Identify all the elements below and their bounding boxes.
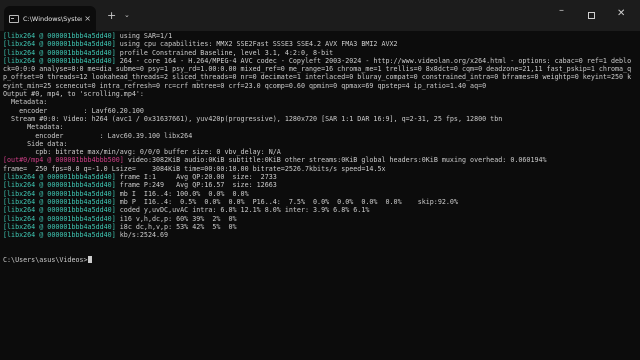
tab-title: C:\Windows\System32\cmd.e xyxy=(23,14,82,23)
terminal-line: [libx264 @ 000001bbb4a5dd40] mb I I16..4… xyxy=(3,190,635,198)
terminal-line: [libx264 @ 000001bbb4a5dd40] using SAR=1… xyxy=(3,32,635,40)
terminal-line: ck=0:0:0 analyse=0:0 me=dia subme=0 psy=… xyxy=(3,65,635,73)
command-prompt[interactable]: C:\Users\asus\Videos> xyxy=(3,256,635,264)
close-window-button[interactable]: ✕ xyxy=(617,9,625,19)
terminal-line: [libx264 @ 000001bbb4a5dd40] 264 - core … xyxy=(3,57,635,65)
log-text: frame P:249 Avg QP:16.57 size: 12663 xyxy=(119,181,277,190)
terminal-line: p_offset=0 threads=12 lookahead_threads=… xyxy=(3,73,635,81)
log-text: ck=0:0:0 analyse=0:0 me=dia subme=0 psy=… xyxy=(3,65,632,74)
maximize-button[interactable] xyxy=(588,12,595,19)
log-text: video:3082KiB audio:0KiB subtitle:0KiB o… xyxy=(127,156,547,165)
log-text: eyint_min=25 scenecut=0 intra_refresh=0 … xyxy=(3,81,487,90)
log-text: encoder : Lavf60.20.100 xyxy=(3,106,144,115)
log-text: mb I I16..4: 100.0% 0.0% 0.0% xyxy=(119,189,249,198)
terminal-line: encoder : Lavc60.39.100 libx264 xyxy=(3,132,635,140)
minimize-button[interactable]: – xyxy=(559,6,564,16)
log-text: mb P I16..4: 0.5% 0.0% 0.0% P16..4: 7.5%… xyxy=(119,197,458,206)
log-text: Metadata: xyxy=(3,98,48,107)
scrollbar[interactable] xyxy=(634,34,638,334)
log-prefix: [libx264 @ 000001bbb4a5dd40] xyxy=(3,206,120,215)
log-text: cpb: bitrate max/min/avg: 0/0/0 buffer s… xyxy=(3,148,281,157)
tab-cmd[interactable]: C:\Windows\System32\cmd.e × xyxy=(4,6,96,31)
log-text: i8c dc,h,v,p: 53% 42% 5% 0% xyxy=(119,222,237,231)
log-text: frame= 250 fps=0.0 q=-1.0 Lsize= 3084KiB… xyxy=(3,164,386,173)
log-prefix: [libx264 @ 000001bbb4a5dd40] xyxy=(3,56,120,65)
log-text: Metadata: xyxy=(3,123,64,132)
log-text: kb/s:2524.69 xyxy=(119,231,169,240)
terminal-line: frame= 250 fps=0.0 q=-1.0 Lsize= 3084KiB… xyxy=(3,165,635,173)
terminal-line: [libx264 @ 000001bbb4a5dd40] using cpu c… xyxy=(3,40,635,48)
log-text: coded y,uvDC,uvAC intra: 6.8% 12.1% 8.0%… xyxy=(119,206,370,215)
new-tab-button[interactable]: + xyxy=(107,10,116,21)
terminal-line: [libx264 @ 000001bbb4a5dd40] mb P I16..4… xyxy=(3,198,635,206)
text-cursor xyxy=(87,256,92,264)
log-prefix: [libx264 @ 000001bbb4a5dd40] xyxy=(3,189,120,198)
log-text: encoder : Lavc60.39.100 libx264 xyxy=(3,131,193,140)
terminal-line: Metadata: xyxy=(3,98,635,106)
log-prefix: [out#0/mp4 @ 000001bbb4bbb500] xyxy=(3,156,128,165)
terminal-line: [libx264 @ 000001bbb4a5dd40] profile Con… xyxy=(3,49,635,57)
log-prefix: [libx264 @ 000001bbb4a5dd40] xyxy=(3,197,120,206)
terminal-line: Stream #0:0: Video: h264 (avc1 / 0x31637… xyxy=(3,115,635,123)
terminal-line: eyint_min=25 scenecut=0 intra_refresh=0 … xyxy=(3,82,635,90)
terminal-line: encoder : Lavf60.20.100 xyxy=(3,107,635,115)
terminal-line: Metadata: xyxy=(3,123,635,131)
terminal-line: [libx264 @ 000001bbb4a5dd40] frame I:1 A… xyxy=(3,173,635,181)
log-prefix: [libx264 @ 000001bbb4a5dd40] xyxy=(3,173,120,182)
log-text: Output #0, mp4, to 'scrolling.mp4': xyxy=(3,90,144,99)
terminal-line: [libx264 @ 000001bbb4a5dd40] i8c dc,h,v,… xyxy=(3,223,635,231)
terminal-output[interactable]: [libx264 @ 000001bbb4a5dd40] using SAR=1… xyxy=(3,32,635,264)
terminal-line: [libx264 @ 000001bbb4a5dd40] frame P:249… xyxy=(3,181,635,189)
log-prefix: [libx264 @ 000001bbb4a5dd40] xyxy=(3,32,120,40)
log-text: p_offset=0 threads=12 lookahead_threads=… xyxy=(3,73,632,82)
terminal-icon xyxy=(9,14,19,23)
log-prefix: [libx264 @ 000001bbb4a5dd40] xyxy=(3,181,120,190)
log-text: frame I:1 Avg QP:20.00 size: 2733 xyxy=(119,173,277,182)
terminal-line: [libx264 @ 000001bbb4a5dd40] i16 v,h,dc,… xyxy=(3,215,635,223)
log-text: Side data: xyxy=(3,139,68,148)
terminal-line: cpb: bitrate max/min/avg: 0/0/0 buffer s… xyxy=(3,148,635,156)
log-text: using SAR=1/1 xyxy=(119,32,173,40)
log-prefix: [libx264 @ 000001bbb4a5dd40] xyxy=(3,48,120,57)
close-tab-icon[interactable]: × xyxy=(84,14,91,23)
log-prefix: [libx264 @ 000001bbb4a5dd40] xyxy=(3,231,120,240)
log-prefix: [libx264 @ 000001bbb4a5dd40] xyxy=(3,40,120,49)
terminal-window: C:\Windows\System32\cmd.e × + ⌄ – ✕ [lib… xyxy=(0,0,640,360)
log-text: i16 v,h,dc,p: 60% 39% 2% 0% xyxy=(119,214,237,223)
terminal-line: [libx264 @ 000001bbb4a5dd40] coded y,uvD… xyxy=(3,206,635,214)
chevron-down-icon[interactable]: ⌄ xyxy=(124,12,130,19)
log-text: 264 - core 164 - H.264/MPEG-4 AVC codec … xyxy=(119,56,632,65)
terminal-line: [out#0/mp4 @ 000001bbb4bbb500] video:308… xyxy=(3,156,635,164)
terminal-line: [libx264 @ 000001bbb4a5dd40] kb/s:2524.6… xyxy=(3,231,635,239)
prompt-text: C:\Users\asus\Videos> xyxy=(3,256,88,265)
tab-bar: C:\Windows\System32\cmd.e × + ⌄ – ✕ xyxy=(0,0,640,31)
log-prefix: [libx264 @ 000001bbb4a5dd40] xyxy=(3,222,120,231)
log-text: profile Constrained Baseline, level 3.1,… xyxy=(119,48,334,57)
terminal-line: Output #0, mp4, to 'scrolling.mp4': xyxy=(3,90,635,98)
terminal-line: Side data: xyxy=(3,140,635,148)
log-text: Stream #0:0: Video: h264 (avc1 / 0x31637… xyxy=(3,114,503,123)
log-prefix: [libx264 @ 000001bbb4a5dd40] xyxy=(3,214,120,223)
log-text: using cpu capabilities: MMX2 SSE2Fast SS… xyxy=(119,40,398,49)
